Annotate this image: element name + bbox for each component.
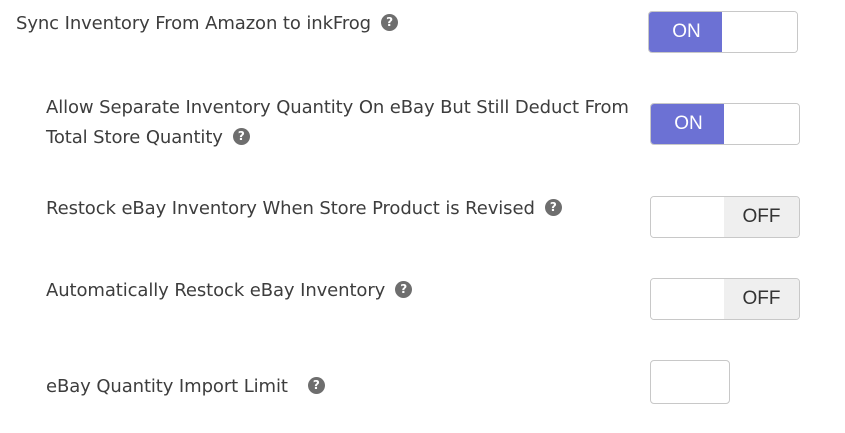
separate-quantity-label-line1: Allow Separate Inventory Quantity On eBa…	[46, 97, 629, 118]
sync-inventory-label-row: Sync Inventory From Amazon to inkFrog?	[16, 9, 398, 39]
auto-restock-toggle[interactable]: OFF	[650, 278, 800, 320]
separate-quantity-toggle[interactable]: ON	[650, 103, 800, 145]
toggle-off-segment: OFF	[724, 197, 799, 237]
question-circle-icon[interactable]: ?	[307, 376, 325, 394]
question-circle-icon[interactable]: ?	[232, 127, 250, 145]
toggle-blank-segment	[651, 197, 726, 237]
quantity-import-limit-input[interactable]	[650, 360, 730, 404]
toggle-blank-segment	[651, 279, 726, 319]
separate-quantity-label-line2: Total Store Quantity	[46, 127, 223, 148]
quantity-import-limit-label-row: eBay Quantity Import Limit?	[46, 372, 325, 402]
toggle-blank-segment	[724, 104, 799, 144]
restock-on-revise-label-row: Restock eBay Inventory When Store Produc…	[46, 194, 562, 224]
question-circle-icon[interactable]: ?	[544, 198, 562, 216]
toggle-blank-segment	[722, 12, 797, 52]
auto-restock-label-row: Automatically Restock eBay Inventory?	[46, 276, 413, 306]
toggle-on-segment: ON	[651, 104, 726, 144]
toggle-on-segment: ON	[649, 12, 724, 52]
sync-inventory-label: Sync Inventory From Amazon to inkFrog	[16, 13, 371, 34]
restock-on-revise-label: Restock eBay Inventory When Store Produc…	[46, 198, 535, 219]
quantity-import-limit-label: eBay Quantity Import Limit	[46, 376, 288, 397]
toggle-off-segment: OFF	[724, 279, 799, 319]
sync-inventory-toggle[interactable]: ON	[648, 11, 798, 53]
auto-restock-label: Automatically Restock eBay Inventory	[46, 280, 386, 301]
separate-quantity-label-row: Allow Separate Inventory Quantity On eBa…	[46, 93, 629, 153]
question-circle-icon[interactable]: ?	[381, 13, 398, 31]
restock-on-revise-toggle[interactable]: OFF	[650, 196, 800, 238]
question-circle-icon[interactable]: ?	[395, 280, 413, 298]
